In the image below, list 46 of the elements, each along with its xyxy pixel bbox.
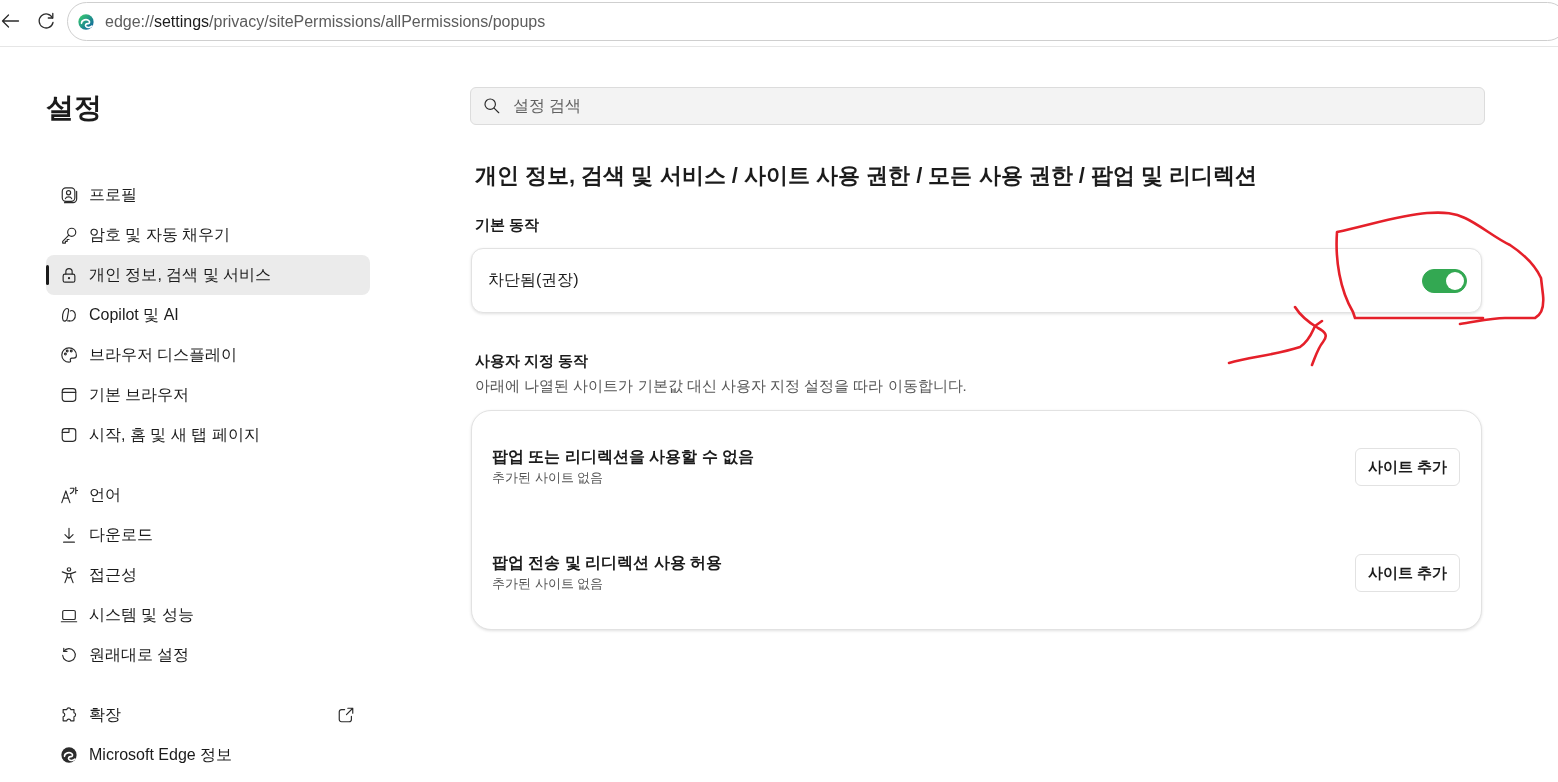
sidebar-item[interactable]: 브라우저 디스플레이 bbox=[46, 335, 370, 375]
section-heading: 기본 동작 bbox=[475, 215, 540, 235]
browser-logo-icon bbox=[77, 12, 95, 31]
permission-subtitle: 추가된 사이트 없음 bbox=[492, 575, 604, 593]
search-field[interactable]: 설정 검색 bbox=[470, 87, 1485, 125]
sidebar-item[interactable]: 원래대로 설정 bbox=[46, 635, 370, 675]
setting-label: 차단됨(권장) bbox=[488, 270, 579, 290]
key-icon bbox=[60, 226, 78, 244]
person-badge-icon bbox=[60, 186, 78, 204]
window-icon bbox=[60, 386, 78, 404]
sidebar-item[interactable]: Copilot 및 AI bbox=[46, 295, 370, 335]
palette-icon bbox=[60, 346, 78, 364]
sidebar-item[interactable]: 개인 정보, 검색 및 서비스 bbox=[46, 255, 370, 295]
page-title: 개인 정보, 검색 및 서비스 / 사이트 사용 권한 / 모든 사용 권한 / 팝업 및 리디렉션 bbox=[475, 162, 1259, 190]
url-text: edge://settings/privacy/sitePermissions/allPermissions/popups bbox=[105, 12, 546, 31]
puzzle-piece-icon bbox=[60, 706, 78, 724]
search-icon bbox=[483, 97, 501, 115]
add-site-button[interactable]: 사이트 추가 bbox=[1354, 448, 1460, 486]
circular-arrow-icon bbox=[60, 646, 78, 664]
overlapping-shapes-icon bbox=[60, 306, 78, 324]
sidebar-item[interactable]: 접근성 bbox=[46, 555, 370, 595]
sidebar-item[interactable]: Microsoft Edge 정보 bbox=[46, 735, 370, 775]
download-icon bbox=[60, 526, 78, 544]
back-arrow-icon bbox=[0, 11, 20, 31]
reload-icon bbox=[36, 11, 56, 31]
sidebar-item[interactable]: 기본 브라우저 bbox=[46, 375, 370, 415]
tabbed-window-icon bbox=[60, 426, 78, 444]
permission-title: 팝업 전송 및 리디렉션 사용 허용 bbox=[492, 553, 723, 573]
letters-icon bbox=[60, 486, 78, 504]
swirl-logo-icon bbox=[60, 746, 78, 764]
add-site-button[interactable]: 사이트 추가 bbox=[1354, 554, 1460, 592]
sidebar-item[interactable]: 언어 bbox=[46, 475, 370, 515]
accessibility-icon bbox=[60, 566, 78, 584]
sidebar-item[interactable]: 시스템 및 성능 bbox=[46, 595, 370, 635]
sidebar-item[interactable]: 시작, 홈 및 새 탭 페이지 bbox=[46, 415, 370, 455]
settings-title: 설정 bbox=[46, 91, 102, 125]
padlock-icon bbox=[60, 266, 78, 284]
toggle-switch[interactable] bbox=[1422, 268, 1467, 293]
sidebar-item[interactable]: 암호 및 자동 채우기 bbox=[46, 215, 370, 255]
permission-subtitle: 추가된 사이트 없음 bbox=[492, 469, 604, 487]
section-description: 아래에 나열된 사이트가 기본값 대신 사용자 지정 설정을 따라 이동합니다. bbox=[475, 376, 967, 396]
sidebar-item[interactable]: 확장 bbox=[46, 695, 370, 735]
sidebar-item[interactable]: 프로필 bbox=[46, 175, 370, 215]
sidebar-item[interactable]: 다운로드 bbox=[46, 515, 370, 555]
section-heading: 사용자 지정 동작 bbox=[475, 351, 589, 371]
permission-title: 팝업 또는 리디렉션을 사용할 수 없음 bbox=[492, 447, 755, 467]
